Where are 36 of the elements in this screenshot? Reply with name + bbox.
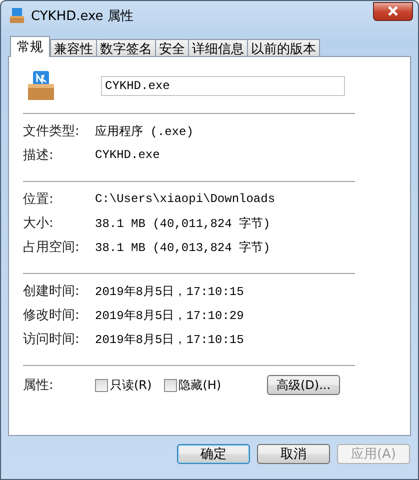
field-label: 占用空间: — [23, 239, 80, 256]
checkbox[interactable] — [95, 378, 108, 392]
tab[interactable]: 常规 — [10, 36, 50, 57]
field-value: 38.1 MB (40,011,824 字节) — [95, 216, 270, 232]
app-icon — [9, 8, 25, 24]
checkbox-label[interactable]: 隐藏(H) — [178, 376, 222, 394]
field-value: 2019年8月5日，17:10:29 — [95, 308, 244, 324]
checkbox[interactable] — [164, 378, 177, 392]
file-name-field[interactable]: CYKHD.exe — [101, 76, 345, 96]
window-title: CYKHD.exe 属性 — [31, 8, 134, 25]
tab[interactable]: 数字签名 — [96, 39, 156, 57]
field-label: 描述: — [23, 147, 54, 164]
field-value: 应用程序 (.exe) — [95, 124, 194, 140]
field-value: C:\Users\xiaopi\Downloads — [95, 192, 276, 206]
advanced-button[interactable]: 高级(D)... — [267, 375, 340, 395]
field-value: 2019年8月5日，17:10:15 — [95, 332, 244, 348]
app-icon — [25, 70, 57, 102]
tab[interactable]: 安全 — [155, 39, 189, 57]
field-label: 属性: — [23, 377, 54, 394]
tab[interactable]: 兼容性 — [50, 39, 97, 57]
dialog-button[interactable]: 确定 — [177, 444, 250, 464]
field-label: 访问时间: — [23, 331, 80, 348]
checkbox-label[interactable]: 只读(R) — [110, 376, 152, 394]
field-value: CYKHD.exe — [95, 148, 160, 162]
close-button[interactable] — [373, 2, 413, 20]
field-value: 38.1 MB (40,013,824 字节) — [95, 240, 270, 256]
field-label: 修改时间: — [23, 307, 80, 324]
field-value: 2019年8月5日，17:10:15 — [95, 284, 244, 300]
field-label: 大小: — [23, 215, 54, 232]
field-label: 创建时间: — [23, 283, 80, 300]
close-icon — [387, 6, 399, 16]
tab[interactable]: 以前的版本 — [247, 39, 320, 57]
field-label: 位置: — [23, 191, 54, 208]
dialog-button[interactable]: 取消 — [257, 444, 330, 464]
field-label: 文件类型: — [23, 123, 80, 140]
tab[interactable]: 详细信息 — [188, 39, 248, 57]
